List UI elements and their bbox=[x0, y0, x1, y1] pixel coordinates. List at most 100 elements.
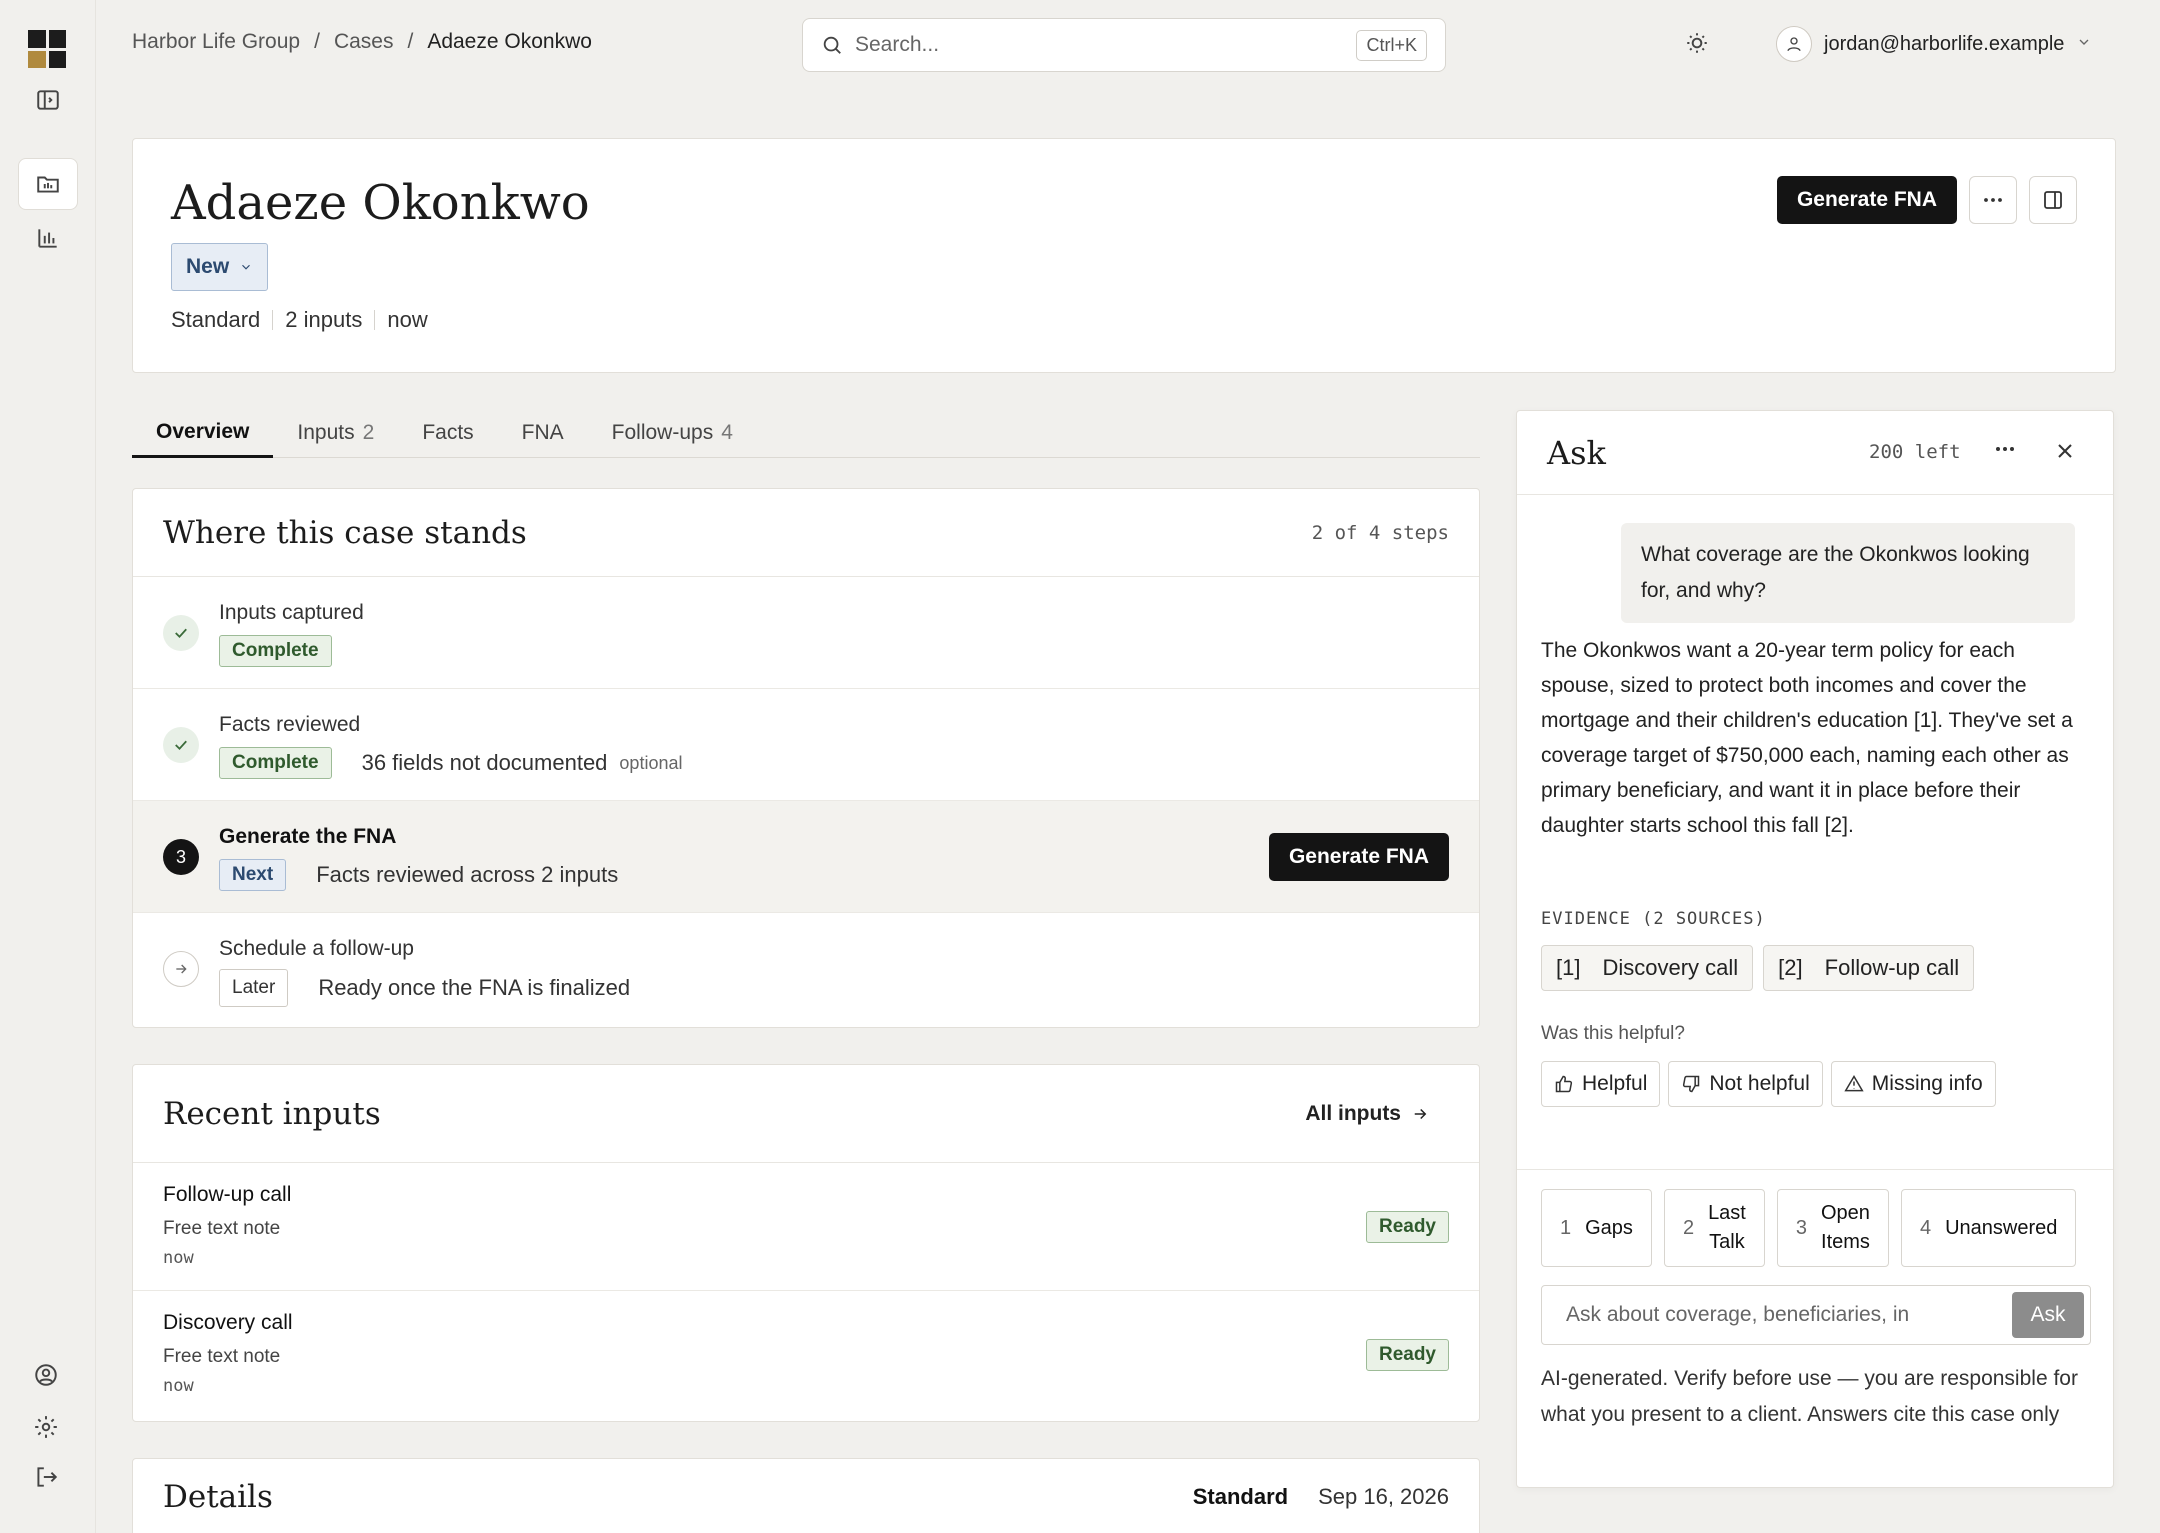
close-icon bbox=[2058, 444, 2072, 458]
search-icon bbox=[823, 36, 841, 54]
suggestion-open-items[interactable]: 3 Open Items bbox=[1776, 1189, 1889, 1267]
settings-button[interactable] bbox=[33, 1414, 63, 1444]
citation-name: Follow-up call bbox=[1824, 955, 1960, 980]
evidence-label: EVIDENCE (2 SOURCES) bbox=[1541, 909, 1766, 929]
suggestion-last-talk[interactable]: 2 Last Talk bbox=[1663, 1189, 1765, 1267]
logout-button[interactable] bbox=[33, 1464, 63, 1494]
user-question: What coverage are the Okonkwos looking f… bbox=[1621, 523, 2075, 623]
ask-panel: Ask 200 left What coverage are the Okonk… bbox=[1516, 410, 2114, 1488]
close-ask-button[interactable] bbox=[2053, 439, 2083, 469]
generate-fna-button[interactable]: Generate FNA bbox=[1777, 176, 1957, 224]
sidebar-toggle-icon bbox=[37, 90, 59, 110]
questions-remaining: 200 left bbox=[1869, 441, 1961, 463]
details-card: Details Standard Sep 16, 2026 bbox=[132, 1458, 1480, 1533]
list-item[interactable]: Follow-up call Free text note now Ready bbox=[133, 1163, 1479, 1291]
status-badge: Later bbox=[219, 969, 289, 1007]
feedback-question: Was this helpful? bbox=[1541, 1023, 1685, 1044]
status-badge: Complete bbox=[219, 635, 332, 667]
thumbs-up-icon bbox=[1555, 1075, 1573, 1093]
breadcrumb-separator: / bbox=[314, 30, 320, 53]
nav-reports-button[interactable] bbox=[18, 212, 78, 264]
ask-more-button[interactable] bbox=[1993, 437, 2023, 467]
progress-title: Where this case stands bbox=[163, 514, 527, 551]
evidence-list: [1] Discovery call [2] Follow-up call bbox=[1541, 945, 1975, 991]
page-title: Adaeze Okonkwo bbox=[171, 175, 590, 231]
all-inputs-link[interactable]: All inputs bbox=[1305, 1102, 1429, 1126]
not-helpful-button[interactable]: Not helpful bbox=[1668, 1061, 1823, 1107]
suggestion-label: Open Items bbox=[1821, 1202, 1870, 1253]
case-meta: Standard 2 inputs now bbox=[171, 307, 428, 333]
step-facts-reviewed: Facts reviewed Complete 36 fields not do… bbox=[133, 689, 1479, 801]
suggestion-number: 1 bbox=[1560, 1216, 1572, 1239]
breadcrumb-org[interactable]: Harbor Life Group bbox=[132, 30, 300, 54]
bar-chart-icon bbox=[38, 229, 57, 248]
more-horizontal-icon bbox=[1984, 198, 2002, 202]
case-inputs-count: 2 inputs bbox=[285, 307, 363, 332]
nav-cases-button[interactable] bbox=[18, 158, 78, 210]
gear-icon bbox=[35, 1416, 57, 1438]
app-logo[interactable] bbox=[28, 30, 66, 68]
tab-count: 2 bbox=[362, 421, 375, 444]
status-dropdown[interactable]: New bbox=[171, 243, 269, 291]
suggestion-unanswered[interactable]: 4 Unanswered bbox=[1900, 1189, 2077, 1267]
breadcrumb-cases[interactable]: Cases bbox=[334, 30, 394, 54]
evidence-chip-discovery-call[interactable]: [1] Discovery call bbox=[1541, 945, 1754, 991]
profile-button[interactable] bbox=[33, 1362, 63, 1392]
tab-overview[interactable]: Overview bbox=[132, 408, 274, 458]
panel-right-icon bbox=[2044, 191, 2062, 209]
thumbs-down-icon bbox=[1683, 1075, 1700, 1093]
feedback-label: Missing info bbox=[1871, 1072, 1983, 1095]
tab-label: Overview bbox=[156, 419, 250, 443]
details-plan: Standard bbox=[1192, 1484, 1289, 1509]
suggestion-label: Last Talk bbox=[1708, 1202, 1746, 1253]
ask-input[interactable]: Ask about coverage, beneficiaries, in As… bbox=[1541, 1285, 2091, 1345]
search-input[interactable]: Search... Ctrl+K bbox=[802, 18, 1446, 72]
user-email: jordan@harborlife.example bbox=[1824, 32, 2065, 55]
warning-icon bbox=[1844, 1075, 1864, 1092]
step-label: Inputs captured bbox=[219, 601, 364, 624]
step-schedule-follow-up: Schedule a follow-up Later Ready once th… bbox=[133, 913, 1479, 1027]
more-options-button[interactable] bbox=[1969, 176, 2017, 224]
theme-toggle-button[interactable] bbox=[1684, 30, 1714, 60]
toggle-panel-button[interactable] bbox=[2029, 176, 2077, 224]
ask-submit-button[interactable]: Ask bbox=[2012, 1292, 2084, 1338]
generate-fna-step-button[interactable]: Generate FNA bbox=[1269, 833, 1449, 881]
arrow-right-icon bbox=[1414, 1108, 1427, 1119]
folder-icon bbox=[37, 176, 59, 193]
chevron-down-icon bbox=[2076, 33, 2092, 56]
logout-icon bbox=[37, 1467, 58, 1487]
case-tabs: Overview Inputs 2 Facts FNA Follow-ups 4 bbox=[132, 408, 1480, 458]
search-shortcut: Ctrl+K bbox=[1356, 29, 1427, 61]
list-item[interactable]: Discovery call Free text note now Ready bbox=[133, 1291, 1479, 1419]
tab-label: FNA bbox=[521, 421, 564, 444]
case-updated: now bbox=[387, 307, 428, 332]
evidence-chip-follow-up-call[interactable]: [2] Follow-up call bbox=[1763, 945, 1975, 991]
tab-inputs[interactable]: Inputs 2 bbox=[273, 408, 398, 458]
details-date: Sep 16, 2026 bbox=[1318, 1484, 1449, 1509]
status-badge: Complete bbox=[219, 747, 332, 779]
sun-icon bbox=[1687, 33, 1707, 53]
case-header: Adaeze Okonkwo New Standard 2 inputs now… bbox=[132, 138, 2116, 373]
suggestion-gaps[interactable]: 1 Gaps bbox=[1541, 1189, 1652, 1267]
details-title: Details bbox=[163, 1479, 273, 1515]
citation-ref: [2] bbox=[1778, 955, 1803, 980]
feedback-label: Not helpful bbox=[1709, 1072, 1810, 1095]
tab-follow-ups[interactable]: Follow-ups 4 bbox=[588, 408, 757, 458]
toggle-sidebar-button[interactable] bbox=[18, 74, 78, 126]
step-number: 3 bbox=[163, 839, 199, 875]
topbar: Harbor Life Group / Cases / Adaeze Okonk… bbox=[96, 0, 2160, 90]
feedback-label: Helpful bbox=[1582, 1072, 1648, 1095]
helpful-button[interactable]: Helpful bbox=[1541, 1061, 1661, 1107]
user-menu[interactable]: jordan@harborlife.example bbox=[1776, 26, 2092, 62]
input-type: Free text note bbox=[163, 1218, 281, 1239]
tab-fna[interactable]: FNA bbox=[498, 408, 588, 458]
missing-info-button[interactable]: Missing info bbox=[1830, 1061, 1996, 1107]
step-label: Schedule a follow-up bbox=[219, 937, 414, 960]
suggestion-number: 4 bbox=[1919, 1216, 1932, 1239]
input-time: now bbox=[163, 1248, 194, 1268]
arrow-right-icon bbox=[163, 951, 199, 987]
step-inputs-captured: Inputs captured Complete bbox=[133, 577, 1479, 689]
tab-count: 4 bbox=[721, 421, 733, 444]
breadcrumb-current: Adaeze Okonkwo bbox=[427, 30, 592, 53]
tab-facts[interactable]: Facts bbox=[398, 408, 497, 458]
